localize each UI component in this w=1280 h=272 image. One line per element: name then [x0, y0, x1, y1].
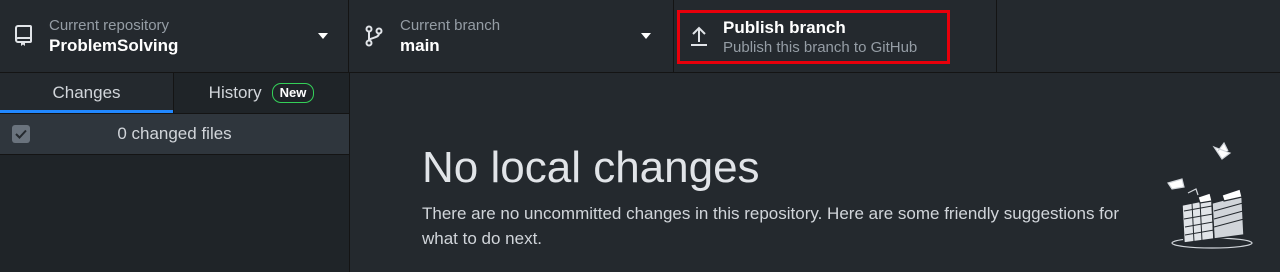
tab-changes-label: Changes — [52, 83, 121, 102]
page-description: There are no uncommitted changes in this… — [422, 204, 1120, 248]
sidebar: Changes History New 0 changed files — [0, 73, 350, 272]
repository-selector[interactable]: Current repository ProblemSolving — [0, 0, 349, 72]
tab-history-label: History — [208, 83, 262, 102]
chevron-down-icon — [318, 33, 328, 39]
new-badge: New — [271, 83, 315, 103]
branch-label: Current branch — [400, 17, 501, 34]
repository-name: ProblemSolving — [49, 36, 179, 55]
chevron-down-icon — [641, 33, 651, 39]
branch-selector[interactable]: Current branch main — [349, 0, 674, 72]
repository-label: Current repository — [49, 17, 170, 34]
publish-branch-title: Publish branch — [723, 18, 846, 37]
page-title: No local changes — [422, 143, 760, 192]
tab-history[interactable]: History New — [174, 73, 349, 113]
tab-changes[interactable]: Changes — [0, 73, 174, 113]
publish-branch-subtitle: Publish this branch to GitHub — [723, 39, 918, 56]
branch-name: main — [400, 36, 440, 55]
main-panel: No local changes There are no uncommitte… — [350, 73, 1280, 272]
repo-icon — [12, 24, 36, 48]
changes-summary-row: 0 changed files — [0, 114, 349, 155]
empty-state-illustration — [1167, 141, 1253, 249]
toolbar: Current repository ProblemSolving Curren… — [0, 0, 1280, 73]
upload-icon — [687, 24, 711, 48]
publish-branch-button[interactable]: Publish branch Publish this branch to Gi… — [674, 0, 997, 72]
sidebar-tabs: Changes History New — [0, 73, 349, 114]
git-branch-icon — [362, 24, 386, 48]
changed-files-count: 0 changed files — [117, 124, 232, 143]
